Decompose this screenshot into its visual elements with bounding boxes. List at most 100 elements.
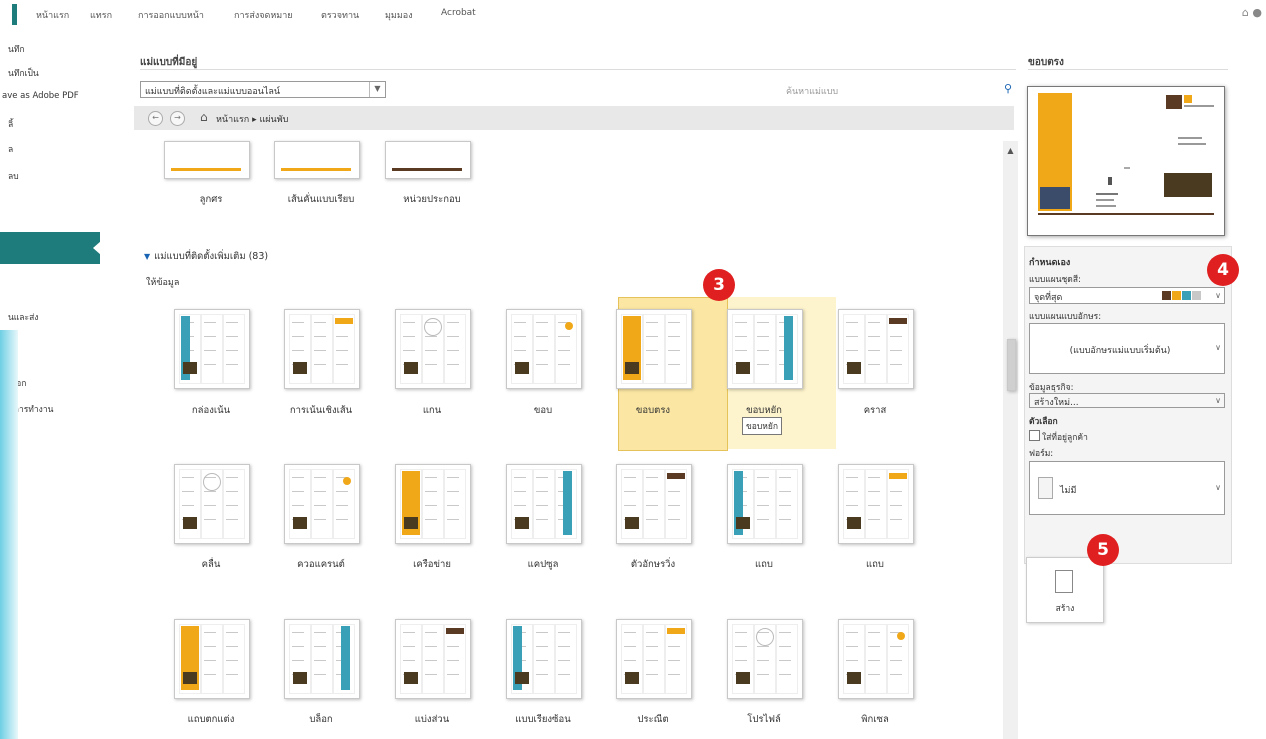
template-thumbnail[interactable]: [838, 619, 914, 699]
template-thumbnail[interactable]: [838, 464, 914, 544]
template-thumbnail[interactable]: [506, 309, 582, 389]
tab-page-design[interactable]: การออกแบบหน้า: [138, 8, 204, 22]
vertical-scrollbar[interactable]: ▲: [1003, 141, 1018, 739]
template-thumbnail[interactable]: [284, 309, 360, 389]
template-label[interactable]: แถบตกแต่ง: [156, 712, 266, 727]
search-templates[interactable]: ค้นหาแม่แบบ ⚲: [778, 81, 1016, 98]
form-dropdown[interactable]: ไม่มี ∨: [1029, 461, 1225, 515]
template-label[interactable]: แถบ: [709, 557, 819, 572]
template-label[interactable]: ขอบตรง: [598, 403, 708, 418]
template-thumbnail[interactable]: [727, 619, 803, 699]
section-header[interactable]: ▼ แม่แบบที่ติดตั้งเพิ่มเติม (83): [144, 249, 268, 264]
text-line: [868, 364, 880, 365]
template-label[interactable]: ตัวอักษรวิ่ง: [598, 557, 708, 572]
thumbnail-accent: [281, 168, 351, 171]
template-label[interactable]: เส้นคั่นแบบเรียบ: [266, 192, 376, 207]
template-thumbnail[interactable]: [284, 619, 360, 699]
template-label[interactable]: การเน้นเชิงเส้น: [266, 403, 376, 418]
tab-review[interactable]: ตรวจทาน: [321, 8, 359, 22]
template-label[interactable]: แคปซูล: [488, 557, 598, 572]
help-icon[interactable]: ⌂ ●: [1242, 6, 1262, 19]
template-thumbnail[interactable]: [174, 309, 250, 389]
create-button[interactable]: สร้าง: [1026, 557, 1104, 623]
template-label[interactable]: หน่วยประกอบ: [377, 192, 487, 207]
search-icon[interactable]: ⚲: [1004, 82, 1012, 95]
nav-new-active[interactable]: [0, 232, 100, 264]
font-scheme-dropdown[interactable]: (แบบอักษรแม่แบบเริ่มต้น) ∨: [1029, 323, 1225, 374]
template-label[interactable]: คราส: [820, 403, 930, 418]
nav-open[interactable]: ลิ้: [8, 117, 13, 131]
text-line: [868, 322, 880, 323]
thumbnail-accent: [171, 168, 241, 171]
template-thumbnail[interactable]: [727, 464, 803, 544]
template-label[interactable]: ควอแครนต์: [266, 557, 376, 572]
thumbnail-panel: [887, 314, 909, 384]
thumbnail-photo: [625, 362, 639, 374]
template-thumbnail[interactable]: [284, 464, 360, 544]
text-line: [890, 519, 902, 520]
template-label[interactable]: ประณีต: [598, 712, 708, 727]
template-source-dropdown[interactable]: แม่แบบที่ติดตั้งและแม่แบบออนไลน์ ▼: [140, 81, 386, 98]
template-thumbnail[interactable]: [174, 464, 250, 544]
template-thumbnail[interactable]: [385, 141, 471, 179]
template-thumbnail[interactable]: [395, 619, 471, 699]
nav-save-as-pdf[interactable]: ave as Adobe PDF: [2, 91, 79, 101]
include-address-checkbox[interactable]: [1029, 430, 1040, 441]
text-line: [646, 660, 658, 661]
nav-save-and-send[interactable]: นและส่ง: [8, 310, 38, 324]
tab-mailings[interactable]: การส่งจดหมาย: [234, 8, 293, 22]
tab-insert[interactable]: แทรก: [90, 8, 112, 22]
template-thumbnail[interactable]: [838, 309, 914, 389]
chevron-down-icon[interactable]: ∨: [1215, 396, 1221, 405]
nav-close[interactable]: ล: [8, 142, 13, 156]
template-label[interactable]: คลื่น: [156, 557, 266, 572]
template-label[interactable]: ขอบ: [488, 403, 598, 418]
template-label[interactable]: แบบเรียงซ้อน: [488, 712, 598, 727]
text-line: [425, 660, 437, 661]
nav-save[interactable]: นทึก: [8, 42, 25, 56]
chevron-down-icon[interactable]: ∨: [1215, 291, 1221, 300]
template-thumbnail[interactable]: [616, 464, 692, 544]
collapse-triangle-icon[interactable]: ▼: [144, 252, 150, 261]
template-label[interactable]: โปรไฟล์: [709, 712, 819, 727]
template-thumbnail[interactable]: [274, 141, 360, 179]
chevron-down-icon[interactable]: ▼: [369, 82, 385, 97]
template-thumbnail[interactable]: [174, 619, 250, 699]
home-icon[interactable]: ⌂: [200, 110, 208, 124]
forward-arrow-icon[interactable]: →: [170, 111, 185, 126]
template-thumbnail[interactable]: [164, 141, 250, 179]
chevron-down-icon[interactable]: ∨: [1215, 483, 1221, 492]
tab-view[interactable]: มุมมอง: [385, 8, 413, 22]
text-line: [314, 336, 326, 337]
template-thumbnail[interactable]: [616, 309, 692, 389]
template-label[interactable]: ลูกศร: [156, 192, 266, 207]
template-label[interactable]: แบ่งส่วน: [377, 712, 487, 727]
template-thumbnail[interactable]: [506, 619, 582, 699]
template-label[interactable]: ขอบหยัก: [709, 403, 819, 418]
template-label[interactable]: แถบ: [820, 557, 930, 572]
template-label[interactable]: แกน: [377, 403, 487, 418]
search-input[interactable]: ค้นหาแม่แบบ: [786, 84, 838, 98]
template-label[interactable]: เครือข่าย: [377, 557, 487, 572]
nav-info[interactable]: ลบ: [8, 169, 19, 183]
template-thumbnail[interactable]: [506, 464, 582, 544]
nav-save-as[interactable]: นทึกเป็น: [8, 66, 39, 80]
back-arrow-icon[interactable]: ←: [148, 111, 163, 126]
template-label[interactable]: กล่องเน้น: [156, 403, 266, 418]
template-thumbnail[interactable]: [727, 309, 803, 389]
breadcrumb-path[interactable]: หน้าแรก ▸ แผ่นพับ: [216, 112, 288, 126]
scroll-thumb[interactable]: [1007, 339, 1016, 391]
template-thumbnail[interactable]: [395, 464, 471, 544]
tab-acrobat[interactable]: Acrobat: [441, 8, 476, 18]
business-info-dropdown[interactable]: สร้างใหม่... ∨: [1029, 393, 1225, 408]
scroll-up-icon[interactable]: ▲: [1003, 146, 1018, 155]
template-thumbnail[interactable]: [395, 309, 471, 389]
template-thumbnail[interactable]: [616, 619, 692, 699]
tab-home[interactable]: หน้าแรก: [36, 8, 69, 22]
chevron-down-icon[interactable]: ∨: [1215, 343, 1221, 352]
template-label[interactable]: พิกเซล: [820, 712, 930, 727]
text-line: [558, 674, 570, 675]
color-scheme-dropdown[interactable]: จุดที่สุด ∨: [1029, 287, 1225, 304]
template-label[interactable]: บล็อก: [266, 712, 376, 727]
text-line: [425, 674, 437, 675]
